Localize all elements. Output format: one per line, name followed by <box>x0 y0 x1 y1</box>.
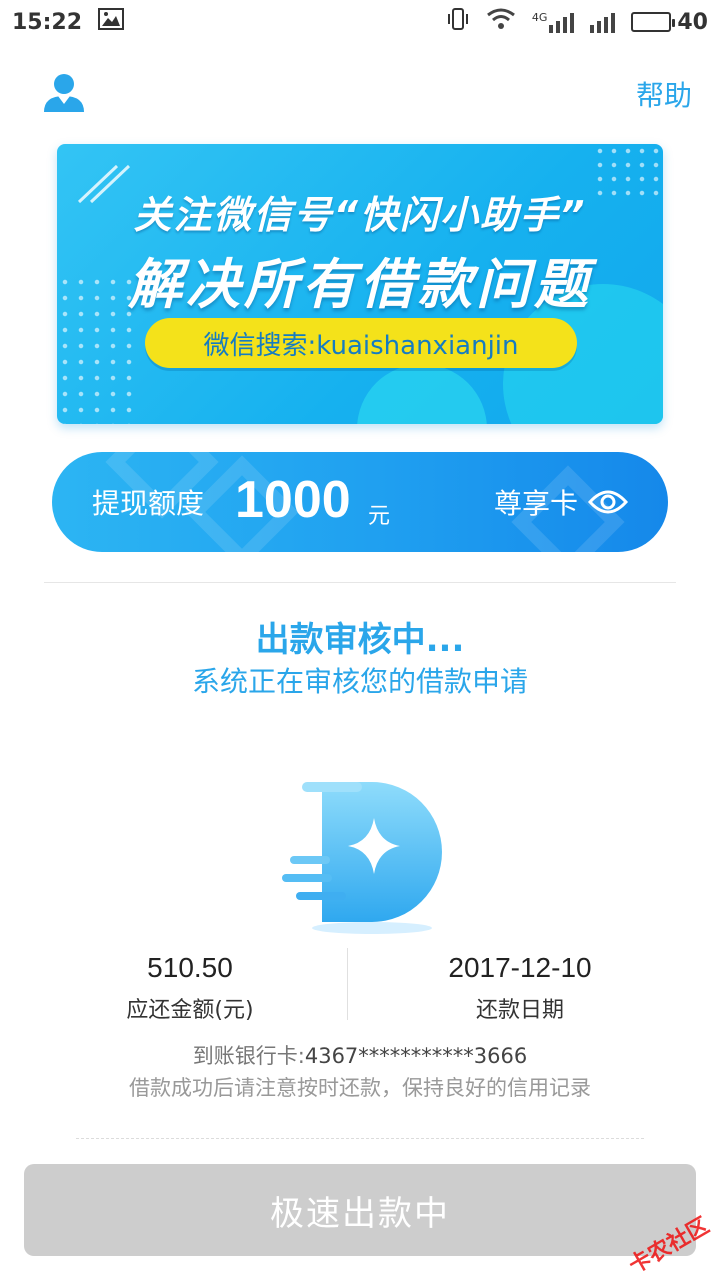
battery-indicator: 40 <box>631 10 708 35</box>
status-time: 15:22 <box>12 9 83 35</box>
credit-limit-amount: 1000 <box>235 471 351 529</box>
review-status-title: 出款审核中... <box>255 620 465 660</box>
bank-card-label: 到账银行卡: <box>192 1044 305 1068</box>
repayment-amount-block: 510.50 应还金额(元) <box>10 948 370 1024</box>
section-divider <box>44 582 676 583</box>
fast-coin-icon <box>282 782 442 934</box>
app-header: 帮助 <box>0 60 720 124</box>
disbursing-button[interactable]: 极速出款中 <box>24 1164 696 1256</box>
vibrate-icon <box>446 7 470 37</box>
repayment-date-block: 2017-12-10 还款日期 <box>340 948 700 1024</box>
network-type-label: 4G <box>531 11 548 24</box>
battery-icon <box>631 12 676 32</box>
repayment-amount: 510.50 <box>147 952 233 983</box>
repayment-amount-label: 应还金额(元) <box>126 998 254 1023</box>
credit-limit-label: 提现额度 <box>92 487 205 520</box>
banner-subheadline: 解决所有借款问题 <box>128 253 592 316</box>
eye-icon[interactable] <box>587 484 629 520</box>
repayment-info: 510.50 应还金额(元) 2017-12-10 还款日期 <box>0 948 720 1028</box>
banner-search-pill: 微信搜索:kuaishanxianjin <box>145 318 577 368</box>
banner-decor-circle <box>357 364 487 424</box>
banner-headline: 关注微信号“快闪小助手” <box>133 193 587 237</box>
repayment-date-label: 还款日期 <box>475 998 564 1023</box>
image-notification-icon <box>98 8 125 36</box>
repayment-date: 2017-12-10 <box>448 952 592 983</box>
review-status-subtitle: 系统正在审核您的借款申请 <box>191 665 528 698</box>
bank-card-number: 4367***********3666 <box>304 1044 528 1068</box>
promo-banner[interactable]: 关注微信号“快闪小助手” 解决所有借款问题 微信搜索:kuaishanxianj… <box>57 144 663 424</box>
battery-level: 40 <box>677 9 708 35</box>
credit-limit-unit: 元 <box>368 504 391 529</box>
cellular-signal-2-icon <box>590 11 616 33</box>
repayment-notice: 借款成功后请注意按时还款，保持良好的信用记录 <box>129 1076 591 1100</box>
bank-card-line: 到账银行卡:4367***********3666 <box>0 1040 720 1070</box>
cellular-signal-icon: 4G <box>532 11 575 33</box>
help-link[interactable]: 帮助 <box>636 74 692 114</box>
credit-limit-card: 提现额度 1000 元 尊享卡 <box>52 452 668 552</box>
card-type-label: 尊享卡 <box>493 487 578 520</box>
wifi-icon <box>486 7 516 37</box>
status-bar: 15:22 4G 40 <box>0 0 720 44</box>
user-profile-icon[interactable] <box>42 70 86 114</box>
dashed-divider <box>76 1138 644 1139</box>
